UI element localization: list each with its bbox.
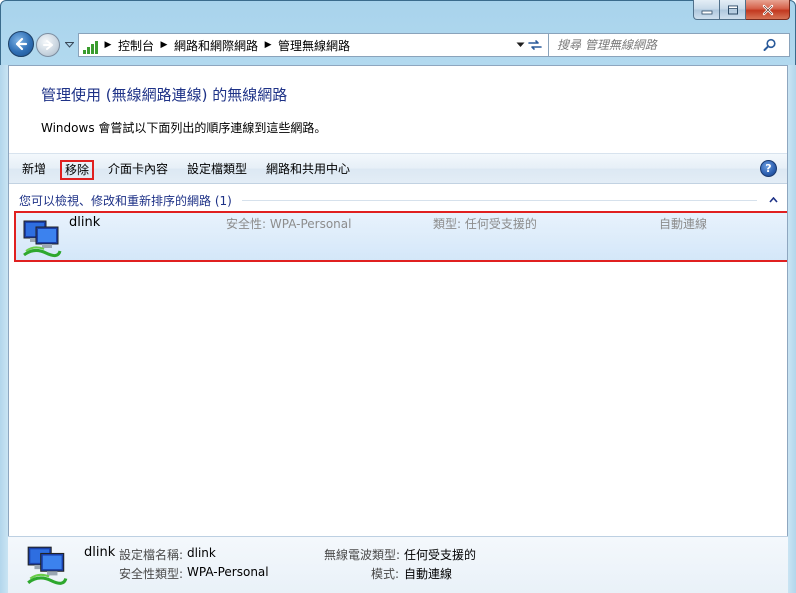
title-bar xyxy=(0,0,796,28)
radio-type-label: 無線電波類型: xyxy=(324,548,401,562)
mode-label: 模式: xyxy=(371,567,400,581)
chevron-down-icon xyxy=(64,42,74,48)
add-button[interactable]: 新增 xyxy=(19,160,49,180)
details-network-name: dlink xyxy=(84,545,116,560)
adapter-properties-button[interactable]: 介面卡內容 xyxy=(105,160,171,180)
address-bar[interactable]: ▶ 控制台 ▶ 網路和網際網路 ▶ 管理無線網路 xyxy=(78,33,553,57)
breadcrumb-network-internet[interactable]: 網路和網際網路 xyxy=(171,37,261,54)
refresh-icon xyxy=(528,40,542,50)
main-content: 管理使用 (無線網路連線) 的無線網路 Windows 會嘗試以下面列出的順序連… xyxy=(8,65,788,593)
breadcrumb-control-panel[interactable]: 控制台 xyxy=(115,37,157,54)
wireless-network-icon xyxy=(27,546,68,585)
navigation-bar: ▶ 控制台 ▶ 網路和網際網路 ▶ 管理無線網路 xyxy=(8,31,790,59)
profile-name-label: 設定檔名稱: xyxy=(119,548,184,562)
command-bar: 新增 移除 介面卡內容 設定檔類型 網路和共用中心 ? xyxy=(9,153,787,184)
mode-value: 自動連線 xyxy=(404,567,453,581)
remove-button[interactable]: 移除 xyxy=(60,160,95,180)
caption-buttons xyxy=(693,0,790,20)
search-icon[interactable] xyxy=(759,34,781,56)
network-list-item[interactable]: dlink 安全性: WPA-Personal 類型: 任何受支援的 自動連線 xyxy=(14,211,787,262)
maximize-button[interactable] xyxy=(720,0,746,20)
refresh-button[interactable] xyxy=(524,34,546,56)
network-signal-icon xyxy=(81,36,101,54)
arrow-right-icon xyxy=(43,40,53,50)
group-title: 您可以檢視、修改和重新排序的網路 (1) xyxy=(19,193,232,208)
network-mode: 自動連線 xyxy=(659,217,708,231)
network-sharing-center-button[interactable]: 網路和共用中心 xyxy=(263,160,353,180)
forward-button[interactable] xyxy=(36,33,60,57)
details-pane: dlink 設定檔名稱: dlink 安全性類型: WPA-Personal 無… xyxy=(8,536,788,593)
collapse-icon[interactable] xyxy=(767,194,779,206)
breadcrumb-separator-icon[interactable]: ▶ xyxy=(261,40,275,50)
wireless-network-icon xyxy=(23,220,62,258)
maximize-icon xyxy=(727,5,738,14)
page-title: 管理使用 (無線網路連線) 的無線網路 xyxy=(41,86,288,104)
minimize-icon xyxy=(701,10,712,14)
security-type-label: 安全性類型: xyxy=(119,567,184,581)
radio-type-value: 任何受支援的 xyxy=(404,548,477,562)
help-icon[interactable]: ? xyxy=(760,160,777,177)
arrow-left-icon xyxy=(15,37,28,51)
back-button[interactable] xyxy=(8,31,34,57)
close-icon xyxy=(762,4,773,15)
recent-pages-button[interactable] xyxy=(63,39,75,51)
profile-name-value: dlink xyxy=(187,546,216,560)
page-description: Windows 會嘗試以下面列出的順序連線到這些網路。 xyxy=(41,121,327,135)
network-name: dlink xyxy=(69,215,101,230)
profile-types-button[interactable]: 設定檔類型 xyxy=(184,160,250,180)
network-security: 安全性: WPA-Personal xyxy=(226,217,352,231)
security-type-value: WPA-Personal xyxy=(187,565,269,579)
minimize-button[interactable] xyxy=(693,0,720,20)
network-group-header[interactable]: 您可以檢視、修改和重新排序的網路 (1) xyxy=(19,190,779,210)
window-right-border xyxy=(788,65,796,593)
breadcrumb-separator-icon[interactable]: ▶ xyxy=(101,40,115,50)
search-box[interactable] xyxy=(548,33,790,57)
close-button[interactable] xyxy=(746,0,790,20)
breadcrumb-manage-wireless[interactable]: 管理無線網路 xyxy=(275,37,353,54)
network-type: 類型: 任何受支援的 xyxy=(433,217,537,231)
group-divider xyxy=(241,199,757,201)
breadcrumb-separator-icon[interactable]: ▶ xyxy=(157,40,171,50)
window-left-border xyxy=(0,65,8,593)
search-input[interactable] xyxy=(549,38,759,52)
